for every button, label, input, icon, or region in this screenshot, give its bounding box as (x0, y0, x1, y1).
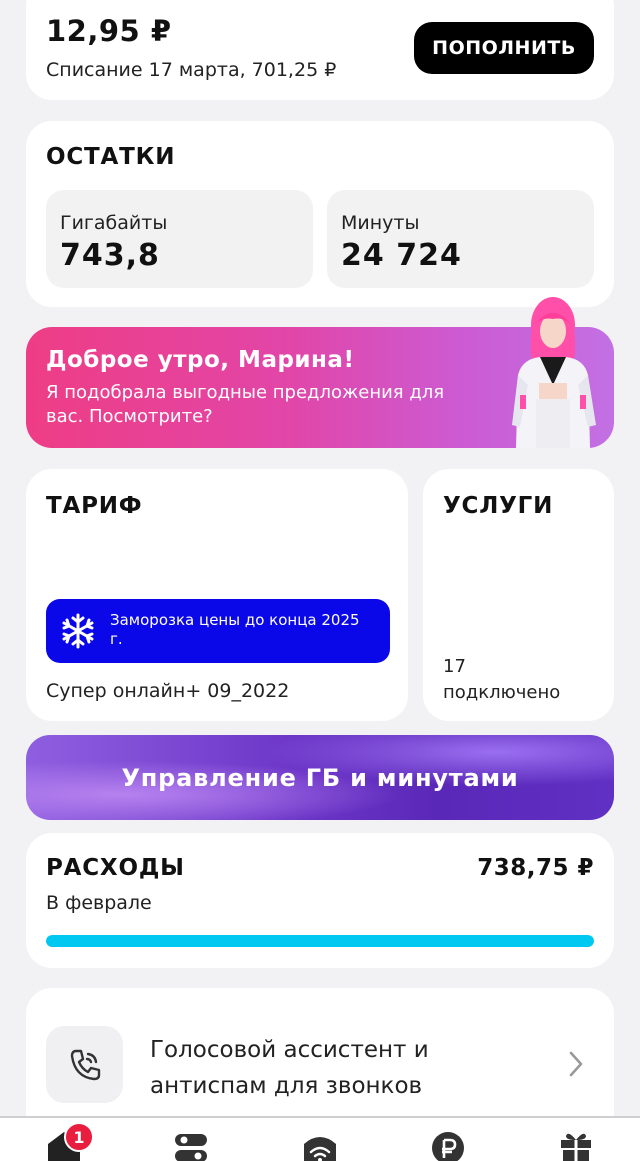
snowflake-icon (62, 613, 94, 649)
minutes-tile[interactable]: Минуты 24 724 (327, 190, 594, 288)
expenses-amount: 738,75 ₽ (477, 855, 594, 881)
wifi-icon[interactable] (302, 1130, 338, 1161)
greeting-text: Я подобрала выгодные предложения для вас… (46, 382, 445, 427)
minutes-value: 24 724 (341, 238, 462, 273)
balance-card: 12,95 ₽ Списание 17 марта, 701,25 ₽ ПОПО… (26, 0, 614, 100)
expenses-card[interactable]: РАСХОДЫ 738,75 ₽ В феврале (26, 833, 614, 968)
notification-badge: 1 (64, 1122, 94, 1152)
services-title: УСЛУГИ (443, 493, 554, 519)
topup-button[interactable]: ПОПОЛНИТЬ (414, 22, 594, 74)
gift-icon[interactable] (558, 1130, 594, 1161)
expenses-period: В феврале (46, 892, 152, 914)
manage-gb-minutes-button[interactable]: Управление ГБ и минутами (26, 735, 614, 820)
minutes-label: Минуты (341, 212, 420, 234)
gigabytes-label: Гигабайты (60, 212, 168, 234)
tariff-card[interactable]: ТАРИФ Заморозка цены до конца 2025 г. Су… (26, 469, 408, 721)
remains-card[interactable]: ОСТАТКИ Гигабайты 743,8 Минуты 24 724 (26, 121, 614, 307)
voice-icon-box (46, 1026, 123, 1103)
gigabytes-tile[interactable]: Гигабайты 743,8 (46, 190, 313, 288)
gigabytes-value: 743,8 (60, 238, 160, 273)
greeting-title: Доброе утро, Марина! (46, 347, 355, 373)
tariff-name: Супер онлайн+ 09_2022 (46, 680, 290, 702)
writeoff-info: Списание 17 марта, 701,25 ₽ (46, 59, 337, 81)
voice-assistant-text: Голосовой ассистент и антиспам для звонк… (150, 1037, 429, 1099)
expenses-progress-fill (46, 935, 594, 947)
remains-title: ОСТАТКИ (46, 144, 176, 170)
tariff-title: ТАРИФ (46, 493, 143, 519)
services-count: 17 подключено (443, 654, 560, 706)
expenses-progress-bar (46, 935, 594, 947)
price-freeze-badge: Заморозка цены до конца 2025 г. (46, 599, 390, 663)
services-count-label: подключено (443, 682, 561, 703)
expenses-title: РАСХОДЫ (46, 855, 185, 881)
services-count-number: 17 (443, 656, 466, 677)
chevron-right-icon (569, 1051, 583, 1077)
price-freeze-text: Заморозка цены до конца 2025 г. (110, 611, 360, 648)
ruble-icon[interactable] (430, 1130, 466, 1161)
services-icon[interactable] (173, 1130, 209, 1161)
balance-amount: 12,95 ₽ (46, 14, 172, 48)
services-card[interactable]: УСЛУГИ 17 подключено (423, 469, 614, 721)
assistant-avatar (512, 297, 596, 448)
assistant-offer-banner[interactable]: Доброе утро, Марина! Я подобрала выгодны… (26, 297, 614, 448)
phone-call-icon (70, 1049, 100, 1080)
bottom-navigation (0, 1116, 640, 1161)
